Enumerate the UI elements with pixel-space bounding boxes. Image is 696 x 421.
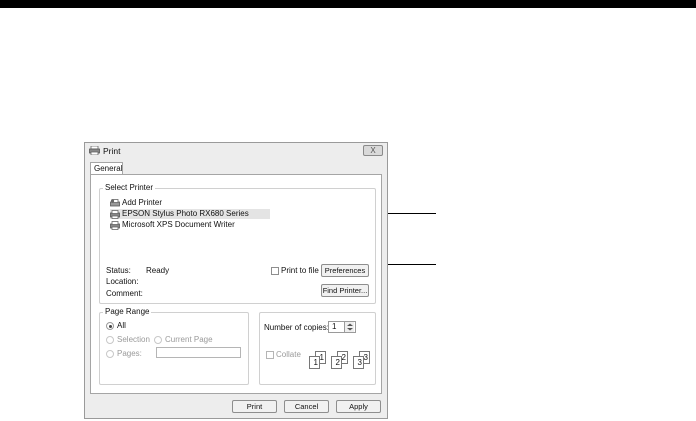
spinner-arrows-icon [347,323,353,331]
copies-group: Number of copies: 1 Collate 1 1 2 2 3 3 [259,312,376,385]
current-page-label: Current Page [165,335,213,344]
preferences-button[interactable]: Preferences [321,264,369,277]
current-page-radio[interactable] [154,336,162,344]
all-label: All [117,321,126,330]
comment-label: Comment: [106,289,143,298]
apply-label: Apply [349,402,368,411]
list-item-epson[interactable]: EPSON Stylus Photo RX680 Series [110,209,270,219]
collate-page-icon: 3 [353,356,364,369]
dialog-title: Print [103,146,121,156]
print-to-file-checkbox[interactable] [271,267,279,275]
collate-page-icon: 1 [309,356,320,369]
printer-name: Add Printer [122,198,163,207]
page-range-legend: Page Range [103,307,152,316]
status-value: Ready [146,266,170,275]
find-printer-label: Find Printer... [322,286,368,295]
number-of-copies-label: Number of copies: [264,323,329,332]
copies-value: 1 [332,322,337,331]
pages-input[interactable] [156,347,241,358]
selection-radio[interactable] [106,336,114,344]
collate-label: Collate [276,350,301,359]
top-rule [0,0,696,8]
collate-checkbox[interactable] [266,351,274,359]
pages-radio[interactable] [106,350,114,358]
list-item-xps[interactable]: Microsoft XPS Document Writer [110,220,280,230]
printer-name: EPSON Stylus Photo RX680 Series [122,209,249,218]
page-range-group: Page Range All Selection Current Page Pa… [99,307,249,385]
pages-label: Pages: [117,349,142,358]
title-bar: Print X [85,143,387,159]
collate-page-icon: 2 [331,356,342,369]
copies-spinner[interactable] [344,322,354,332]
print-button[interactable]: Print [232,400,277,413]
print-dialog: Print X General Select Printer Add Print… [84,142,388,419]
printer-name: Microsoft XPS Document Writer [122,220,235,229]
printer-list[interactable]: Add Printer EPSON Stylus Photo RX680 Ser… [110,198,372,236]
close-icon: X [370,146,376,155]
all-radio[interactable] [106,322,114,330]
close-button[interactable]: X [363,145,383,156]
print-label: Print [246,402,263,411]
general-panel: Select Printer Add Printer EPSON Stylus … [90,174,382,394]
select-printer-legend: Select Printer [103,183,156,192]
list-item-add-printer[interactable]: Add Printer [110,198,280,208]
location-label: Location: [106,277,139,286]
printer-icon [89,145,100,156]
print-to-file-label[interactable]: Print to file [281,266,319,275]
select-printer-group: Select Printer Add Printer EPSON Stylus … [99,183,376,304]
selection-label: Selection [117,335,150,344]
apply-button[interactable]: Apply [336,400,381,413]
status-label: Status: [106,266,131,275]
cancel-label: Cancel [294,402,319,411]
printer-icon [110,221,120,232]
preferences-label: Preferences [324,266,366,275]
find-printer-button[interactable]: Find Printer... [321,284,369,297]
collate-illustration: 1 1 2 2 3 3 [307,351,373,375]
cancel-button[interactable]: Cancel [284,400,329,413]
